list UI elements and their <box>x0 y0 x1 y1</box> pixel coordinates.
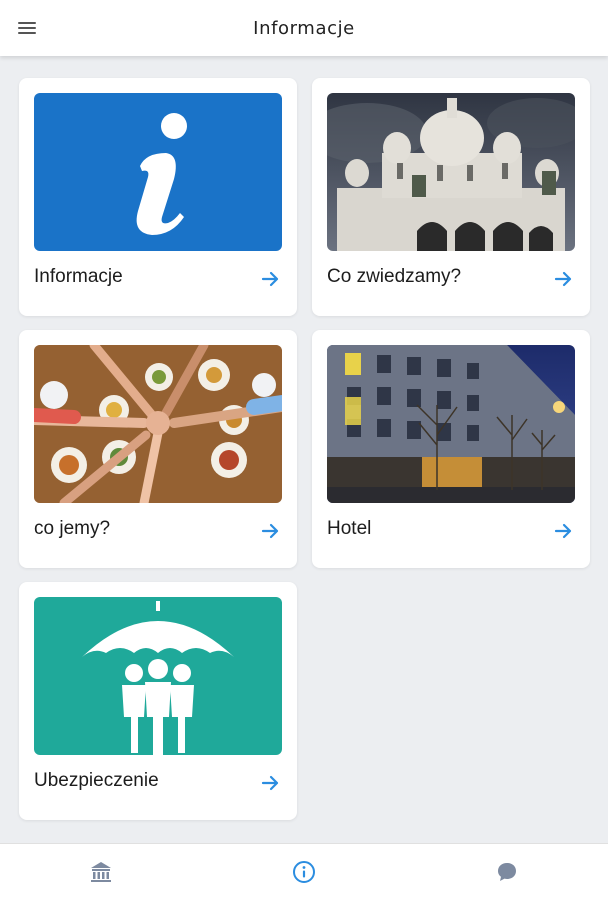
arrow-right-icon <box>261 775 279 791</box>
chat-bubble-icon <box>497 863 516 881</box>
card-co-jemy[interactable]: co jemy? <box>19 330 297 568</box>
nav-item-info[interactable] <box>203 844 406 900</box>
basilica-image <box>327 93 575 251</box>
card-label: Hotel <box>327 518 372 539</box>
basilica-photo <box>327 93 575 251</box>
info-circle-icon <box>293 861 315 883</box>
category-grid: Informacje Co zwiedzamy? co jemy? Hotel … <box>0 0 608 843</box>
bank-icon <box>91 862 112 882</box>
hotel-image <box>327 345 575 503</box>
nav-item-chat[interactable] <box>405 844 608 900</box>
card-label: Ubezpieczenie <box>34 770 159 791</box>
umbrella-family-icon <box>34 597 282 755</box>
dining-image <box>34 345 282 503</box>
page-title: Informacje <box>253 17 355 39</box>
hotel-photo <box>327 345 575 503</box>
app-header: Informacje <box>0 0 608 56</box>
card-informacje[interactable]: Informacje <box>19 78 297 316</box>
bottom-navigation <box>0 843 608 900</box>
card-hotel[interactable]: Hotel <box>312 330 590 568</box>
arrow-right-icon <box>261 271 279 287</box>
info-image <box>34 93 282 251</box>
arrow-right-icon <box>554 523 572 539</box>
menu-icon[interactable] <box>18 18 40 38</box>
card-label: co jemy? <box>34 518 111 539</box>
card-label: Informacje <box>34 266 123 287</box>
insurance-image <box>34 597 282 755</box>
info-icon <box>34 93 282 251</box>
dining-table-photo <box>34 345 282 503</box>
card-ubezpieczenie[interactable]: Ubezpieczenie <box>19 582 297 820</box>
nav-item-bank[interactable] <box>0 844 203 900</box>
card-co-zwiedzamy[interactable]: Co zwiedzamy? <box>312 78 590 316</box>
arrow-right-icon <box>261 523 279 539</box>
arrow-right-icon <box>554 271 572 287</box>
card-label: Co zwiedzamy? <box>327 266 462 287</box>
